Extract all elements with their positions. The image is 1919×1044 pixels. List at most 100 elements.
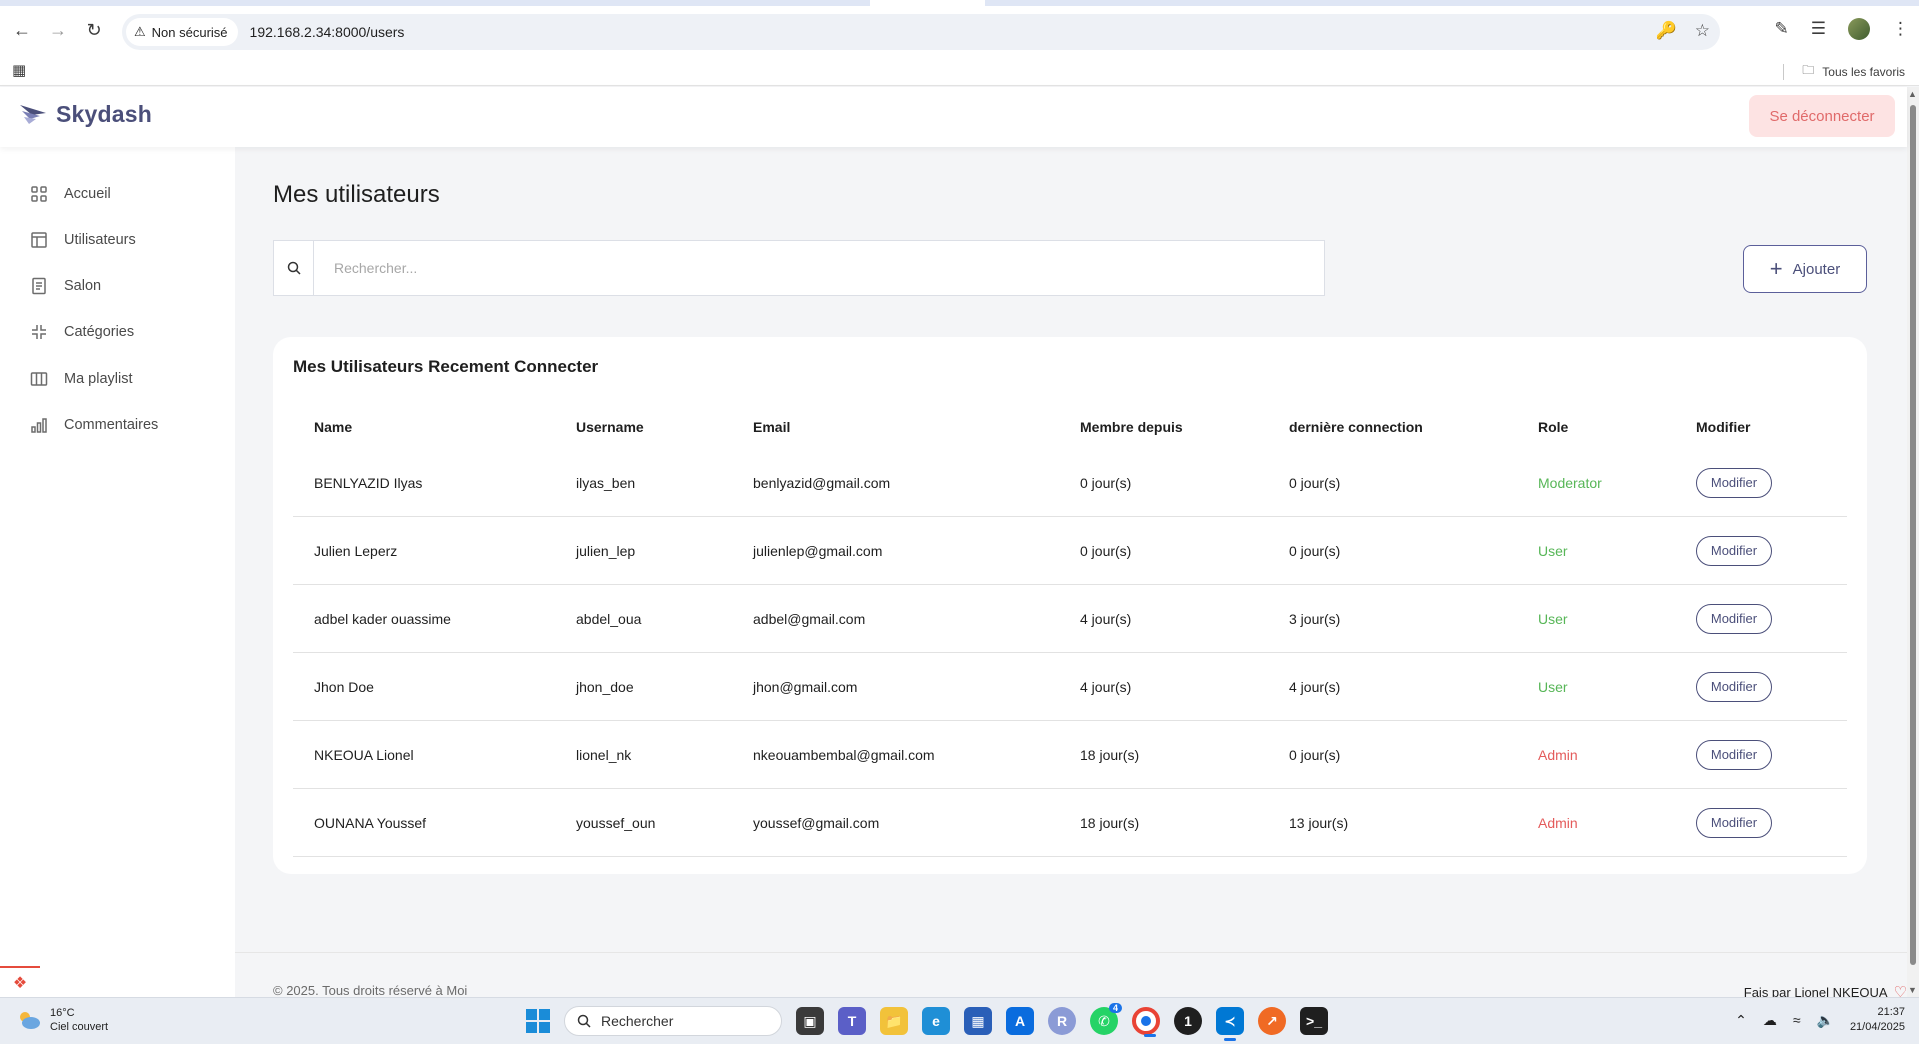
column-header-modifier: Modifier xyxy=(1696,419,1751,435)
apps-grid-icon[interactable]: ▦ xyxy=(12,61,26,79)
modifier-button[interactable]: Modifier xyxy=(1696,535,1772,566)
onepassword-icon[interactable]: 1 xyxy=(1174,1007,1202,1035)
sidebar-item-playlist[interactable]: Ma playlist xyxy=(30,370,133,388)
modifier-button[interactable]: Modifier xyxy=(1696,603,1772,634)
cell-membre: 18 jour(s) xyxy=(1080,814,1140,831)
teams-icon[interactable]: T xyxy=(838,1007,866,1035)
warning-icon: ⚠ xyxy=(134,24,146,39)
clock-date: 21/04/2025 xyxy=(1849,1021,1905,1033)
bookmark-star-icon[interactable]: ☆ xyxy=(1695,21,1710,41)
sidebar-item-label: Utilisateurs xyxy=(64,232,136,248)
skydash-logo-icon xyxy=(20,105,46,124)
table-row: BENLYAZID Ilyas ilyas_ben benlyazid@gmai… xyxy=(293,449,1847,517)
menu-kebab-icon[interactable]: ⋮ xyxy=(1892,19,1909,39)
media-controls-icon[interactable]: ☰ xyxy=(1811,19,1826,39)
wifi-icon[interactable]: ≈ xyxy=(1793,1012,1801,1028)
collapse-icon xyxy=(32,325,46,339)
modifier-button[interactable]: Modifier xyxy=(1696,739,1772,770)
cell-name: BENLYAZID Ilyas xyxy=(314,474,423,491)
document-icon xyxy=(32,277,46,295)
cell-membre: 0 jour(s) xyxy=(1080,542,1132,559)
chevron-up-icon[interactable]: ⌃ xyxy=(1735,1012,1747,1029)
cell-membre: 4 jour(s) xyxy=(1080,678,1132,695)
password-key-icon[interactable]: 🔑 xyxy=(1656,21,1677,41)
users-table: Name Username Email Membre depuis derniè… xyxy=(293,405,1847,857)
vscode-icon[interactable]: ≺ xyxy=(1216,1007,1244,1041)
taskbar-search[interactable]: Rechercher xyxy=(564,1006,782,1036)
app-a-icon[interactable]: A xyxy=(1006,1007,1034,1035)
app-header: Skydash Se déconnecter xyxy=(0,87,1907,147)
column-header-email: Email xyxy=(753,419,791,435)
whatsapp-icon[interactable]: ✆ 4 xyxy=(1090,1003,1122,1035)
debug-toolbar-icon[interactable]: ❖ xyxy=(0,966,40,997)
file-explorer-icon[interactable]: 📁 xyxy=(880,1007,908,1035)
weather-condition: Ciel couvert xyxy=(50,1021,109,1033)
cell-username: youssef_oun xyxy=(576,814,656,831)
cell-membre: 18 jour(s) xyxy=(1080,746,1140,763)
folder-icon: 🗀 xyxy=(1802,63,1815,77)
task-view-icon[interactable]: ▣ xyxy=(796,1007,824,1035)
chrome-icon[interactable] xyxy=(1132,1007,1160,1037)
sidebar-item-salon[interactable]: Salon xyxy=(30,277,101,295)
cell-name: OUNANA Youssef xyxy=(314,814,427,831)
clock[interactable]: 21:37 21/04/2025 xyxy=(1850,1005,1905,1035)
r-app-icon[interactable]: R xyxy=(1048,1007,1076,1035)
scroll-up-arrow-icon[interactable]: ▲ xyxy=(1908,89,1917,99)
volume-icon[interactable]: 🔈 xyxy=(1817,1012,1834,1029)
table-row: Jhon Doe jhon_doe jhon@gmail.com 4 jour(… xyxy=(293,653,1847,721)
add-user-button[interactable]: + Ajouter xyxy=(1743,245,1867,293)
sidebar-item-accueil[interactable]: Accueil xyxy=(30,185,111,203)
profile-avatar[interactable] xyxy=(1848,18,1870,40)
brand[interactable]: Skydash xyxy=(18,99,152,129)
forward-icon[interactable]: → xyxy=(44,16,72,44)
sidebar-item-utilisateurs[interactable]: Utilisateurs xyxy=(30,231,136,249)
back-icon[interactable]: ← xyxy=(8,16,36,44)
modifier-button[interactable]: Modifier xyxy=(1696,467,1772,498)
sidebar-item-commentaires[interactable]: Commentaires xyxy=(30,416,158,434)
reload-icon[interactable]: ↻ xyxy=(80,16,108,44)
url-text[interactable]: 192.168.2.34:8000/users xyxy=(250,24,405,40)
windows-taskbar: 16°C Ciel couvert Rechercher ▣ T 📁 e ▦ A… xyxy=(0,997,1919,1044)
logout-button[interactable]: Se déconnecter xyxy=(1749,95,1895,137)
edge-icon[interactable]: e xyxy=(922,1007,950,1035)
mute-icon[interactable]: ☁ xyxy=(1763,1012,1777,1029)
weather-widget[interactable]: 16°C Ciel couvert xyxy=(16,1006,108,1034)
cell-membre: 0 jour(s) xyxy=(1080,474,1132,491)
store-icon[interactable]: ▦ xyxy=(964,1007,992,1035)
terminal-icon[interactable]: >_ xyxy=(1300,1007,1328,1035)
search-icon xyxy=(577,1014,591,1028)
cell-role: Moderator xyxy=(1538,474,1602,491)
column-header-derniere: dernière connection xyxy=(1289,419,1423,435)
cell-derniere: 13 jour(s) xyxy=(1289,814,1349,831)
scroll-down-arrow-icon[interactable]: ▼ xyxy=(1908,985,1917,995)
cell-derniere: 3 jour(s) xyxy=(1289,610,1341,627)
cell-derniere: 0 jour(s) xyxy=(1289,542,1341,559)
layout-icon xyxy=(31,232,47,248)
scroll-thumb[interactable] xyxy=(1910,105,1916,965)
bookmarks-folder[interactable]: 🗀 Tous les favoris xyxy=(1783,61,1905,82)
add-button-label: Ajouter xyxy=(1792,260,1841,278)
cell-name: adbel kader ouassime xyxy=(314,610,451,627)
recent-users-card: Mes Utilisateurs Recement Connecter Name… xyxy=(273,337,1867,874)
page-title: Mes utilisateurs xyxy=(273,181,440,208)
table-row: NKEOUA Lionel lionel_nk nkeouambembal@gm… xyxy=(293,721,1847,789)
cell-role: User xyxy=(1538,610,1568,627)
address-bar[interactable]: ⚠ Non sécurisé 192.168.2.34:8000/users 🔑… xyxy=(122,14,1720,50)
cell-name: Jhon Doe xyxy=(314,678,374,695)
cell-role: User xyxy=(1538,678,1568,695)
security-chip[interactable]: ⚠ Non sécurisé xyxy=(126,18,238,46)
postman-icon[interactable]: ↗ xyxy=(1258,1007,1286,1035)
search-input[interactable] xyxy=(314,241,1324,295)
page-scrollbar[interactable]: ▲ ▼ xyxy=(1907,87,1919,997)
sidebar-item-categories[interactable]: Catégories xyxy=(30,323,134,341)
windows-start-icon[interactable] xyxy=(526,1009,550,1033)
modifier-button[interactable]: Modifier xyxy=(1696,671,1772,702)
modifier-button[interactable]: Modifier xyxy=(1696,807,1772,838)
sidebar-item-label: Commentaires xyxy=(64,417,159,433)
column-header-username: Username xyxy=(576,419,644,435)
column-header-name: Name xyxy=(314,419,353,435)
bookmarks-label: Tous les favoris xyxy=(1822,64,1905,79)
browser-toolbar: ← → ↻ ⚠ Non sécurisé 192.168.2.34:8000/u… xyxy=(0,6,1919,86)
extensions-icon[interactable]: ✎ xyxy=(1775,19,1789,39)
search-icon xyxy=(274,241,314,295)
